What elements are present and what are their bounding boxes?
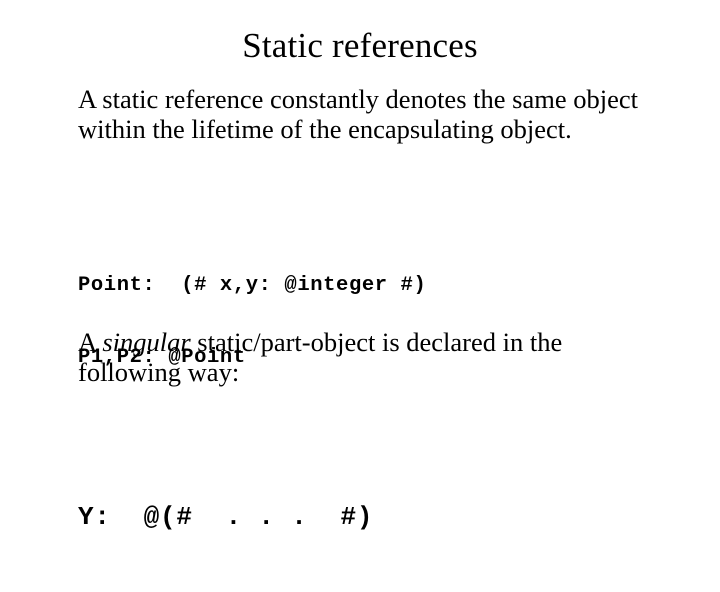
code-line: Y: @(# . . . #)	[78, 502, 374, 532]
paragraph-singular-intro: A singular static/part-object is declare…	[78, 327, 650, 387]
code-line: Point: (# x,y: @integer #)	[78, 274, 427, 297]
paragraph-definition: A static reference constantly denotes th…	[78, 84, 638, 144]
page-title: Static references	[242, 26, 478, 65]
emphasis-singular: singular	[102, 327, 191, 357]
code-block-singular-declaration: Y: @(# . . . #)	[78, 442, 373, 592]
paragraph-lead-text: A	[78, 327, 103, 357]
code-block-point-declaration: Point: (# x,y: @integer #) P1,P2: @Point	[78, 226, 426, 418]
slide: Static references A static reference con…	[0, 0, 720, 540]
